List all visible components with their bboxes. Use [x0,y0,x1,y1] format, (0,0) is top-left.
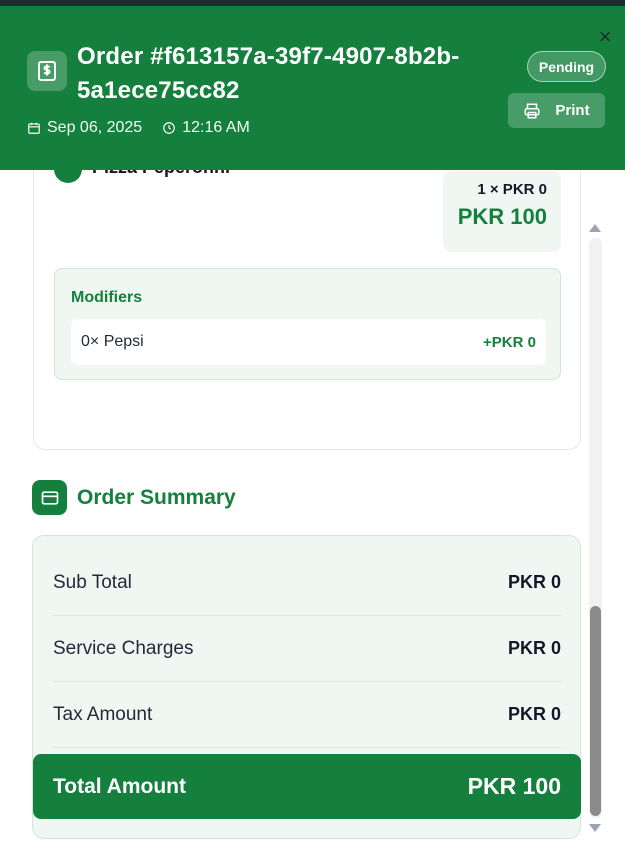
total-amount-value: PKR 100 [467,773,561,799]
order-summary-title: Order Summary [77,485,236,509]
item-line-total: PKR 100 [457,204,547,229]
dollar-receipt-icon [27,51,67,91]
item-price-box: 1 × PKR 0 PKR 100 [443,171,561,252]
scroll-down-arrow-icon[interactable] [589,824,601,832]
order-header: × Order #f613157a-39f7-4907-8b2b-5a1ece7… [0,6,625,170]
item-name: Pizza Peperonni [92,170,230,178]
order-date: Sep 06, 2025 [27,119,142,137]
order-time: 12:16 AM [162,119,250,137]
print-button[interactable]: Print [508,93,605,128]
summary-value: PKR 0 [507,704,561,724]
close-icon[interactable]: × [594,26,616,48]
scroll-thumb[interactable] [590,606,601,816]
order-details-scroll-area[interactable]: Pizza Peperonni 1 × PKR 0 PKR 100 Modifi… [0,170,625,841]
print-button-label: Print [555,102,590,119]
printer-icon [524,103,540,118]
order-summary-heading: Order Summary [32,480,236,515]
summary-label: Service Charges [53,637,194,659]
total-amount-bar: Total Amount PKR 100 [33,754,581,819]
order-meta: Sep 06, 2025 12:16 AM [27,119,250,137]
order-item-card: Pizza Peperonni 1 × PKR 0 PKR 100 Modifi… [33,170,581,450]
summary-row-tax: Tax Amount PKR 0 [53,682,561,748]
modifier-price: +PKR 0 [483,333,536,351]
order-time-text: 12:16 AM [182,119,250,136]
status-badge: Pending [527,51,606,82]
modifiers-section: Modifiers 0× Pepsi +PKR 0 [54,268,561,380]
summary-row-subtotal: Sub Total PKR 0 [53,550,561,616]
item-index-icon [54,170,82,183]
calendar-icon [28,122,40,134]
summary-value: PKR 0 [507,638,561,658]
summary-value: PKR 0 [507,572,561,592]
clock-icon [163,122,176,134]
scroll-up-arrow-icon[interactable] [589,224,601,232]
total-amount-label: Total Amount [53,774,186,798]
summary-row-service-charges: Service Charges PKR 0 [53,616,561,682]
modifier-name: 0× Pepsi [81,333,144,350]
credit-card-icon [32,480,67,515]
order-date-text: Sep 06, 2025 [47,119,143,136]
modifiers-title: Modifiers [71,289,143,306]
order-title: Order #f613157a-39f7-4907-8b2b-5a1ece75c… [77,43,460,104]
item-quantity-price: 1 × PKR 0 [477,181,547,198]
summary-label: Tax Amount [53,703,153,725]
modifier-row: 0× Pepsi +PKR 0 [71,319,546,365]
vertical-scrollbar[interactable] [588,218,603,841]
order-summary-card: Sub Total PKR 0 Service Charges PKR 0 Ta… [32,535,581,839]
summary-label: Sub Total [53,571,132,593]
